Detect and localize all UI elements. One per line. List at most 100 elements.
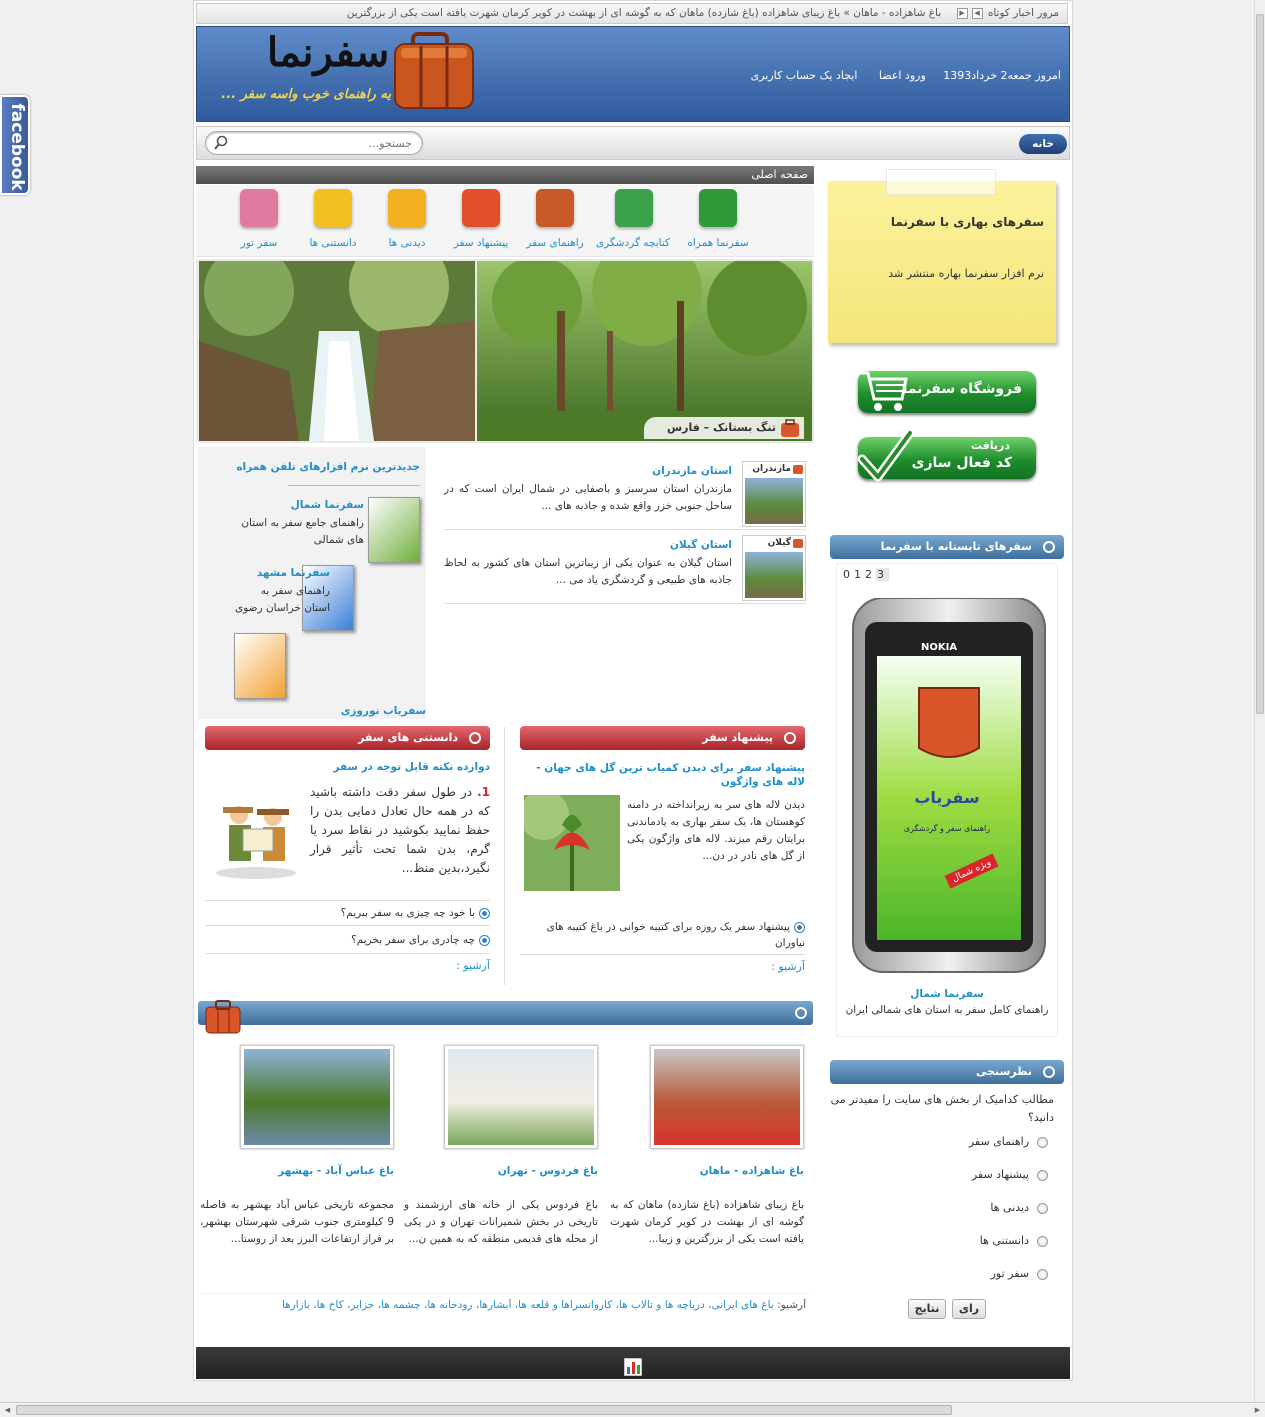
province-title[interactable]: استان مازندران: [452, 465, 732, 477]
facts-link-0[interactable]: با خود چه چیزی به سفر ببریم؟: [205, 905, 490, 921]
facts-image-travelers[interactable]: [209, 787, 303, 881]
suggest-heading[interactable]: پیشنهاد سفر: [702, 731, 773, 744]
scroll-h-thumb[interactable]: [16, 1405, 952, 1415]
home-button[interactable]: خانه: [1019, 134, 1067, 154]
slider-image-waterfall: [199, 261, 475, 441]
poll-box: مطالب کدامیک از بخش های سایت را مفیدتر م…: [830, 1087, 1060, 1327]
garden-thumbnail[interactable]: [650, 1045, 804, 1149]
poll-vote-button[interactable]: رای: [952, 1299, 986, 1319]
summer-desc: راهنمای کامل سفر به استان های شمالی ایرا…: [845, 1004, 1049, 1016]
main-toolbar: خانه: [196, 126, 1070, 160]
category-item[interactable]: سفر تور: [228, 189, 290, 253]
category-item[interactable]: دانستنی ها: [302, 189, 364, 253]
poll-results-button[interactable]: نتایج: [908, 1299, 946, 1319]
summer-title[interactable]: سفرنما شمال: [837, 988, 1057, 1000]
radio-icon[interactable]: [1037, 1136, 1048, 1148]
search-input[interactable]: [232, 135, 412, 151]
suggest-image-tulip[interactable]: [524, 795, 620, 891]
footer-bar: [196, 1347, 1070, 1379]
scroll-right-arrow[interactable]: ▶: [1252, 1405, 1263, 1416]
garden-title[interactable]: باغ شاهزاده - ماهان: [610, 1165, 804, 1177]
scroll-thumb[interactable]: [1256, 14, 1264, 714]
summer-heading[interactable]: سفرهای تابستانه با سفرنما: [881, 540, 1032, 553]
pager-0[interactable]: 0: [843, 568, 854, 581]
register-link[interactable]: ایجاد یک حساب کاربری: [751, 69, 858, 82]
shop-button[interactable]: فروشگاه سفرنما: [858, 371, 1036, 413]
poll-option[interactable]: سفر تور: [848, 1267, 1048, 1280]
site-logo[interactable]: سفرنما یه راهنمای خوب واسه سفر ...: [221, 29, 481, 119]
activation-button[interactable]: دریافت کد فعال سازی: [857, 429, 1036, 482]
garden-title[interactable]: باغ فردوس - تهران: [404, 1165, 598, 1177]
vertical-scrollbar[interactable]: [1254, 0, 1265, 1402]
slider-caption-text: تنگ بستانک – فارس: [666, 421, 776, 434]
pager-1[interactable]: 1: [854, 568, 865, 581]
garden-title[interactable]: باغ عباس آباد - بهشهر: [200, 1165, 394, 1177]
category-item[interactable]: پیشنهاد سفر: [450, 189, 512, 253]
archive-footer-links[interactable]: باغ های ایرانی، دریاچه ها و تالاب ها، کا…: [282, 1299, 774, 1311]
horizontal-scrollbar[interactable]: ◀ ▶: [0, 1402, 1265, 1417]
facts-heading[interactable]: دانستنی های سفر: [358, 731, 458, 744]
facts-link-text[interactable]: چه چادری برای سفر بخریم؟: [351, 934, 475, 946]
app-box-image[interactable]: [234, 633, 286, 699]
current-date: امروز جمعه2 خرداد1393: [943, 69, 1061, 82]
suggest-title[interactable]: پیشنهاد سفر برای دیدن کمیاب ترین گل های …: [520, 761, 805, 789]
apps-heading[interactable]: جدیدترین نرم افزارهای تلفن همراه: [200, 461, 420, 473]
pager-2[interactable]: 2: [865, 568, 876, 581]
suggest-link-text[interactable]: پیشنهاد سفر یک روزه برای کتیبه خوانی در …: [547, 921, 805, 949]
poll-option[interactable]: دیدنی ها: [848, 1201, 1048, 1214]
garden-desc: باغ فردوس یکی از خانه های ارزشمند و تاری…: [404, 1199, 598, 1245]
category-label[interactable]: سفرنما همراه: [682, 237, 754, 249]
facebook-tab[interactable]: facebook: [0, 95, 30, 195]
archive-footer-label: آرشیو:: [777, 1299, 806, 1311]
category-label[interactable]: دیدنی ها: [376, 237, 438, 249]
facts-link-1[interactable]: چه چادری برای سفر بخریم؟: [205, 932, 490, 948]
category-item[interactable]: سفرنما همراه: [682, 189, 754, 253]
breadcrumb-home[interactable]: صفحه اصلی: [751, 168, 808, 181]
app-title[interactable]: سفرنما شمال: [291, 499, 364, 511]
poll-option[interactable]: راهنمای سفر: [848, 1135, 1048, 1148]
radio-icon[interactable]: [1037, 1202, 1048, 1214]
ticker-next-button[interactable]: ▶: [956, 7, 968, 19]
pager-3[interactable]: 3: [876, 568, 889, 581]
facts-archive[interactable]: آرشیو :: [205, 959, 490, 972]
radio-icon[interactable]: [1037, 1235, 1048, 1247]
suggest-archive[interactable]: آرشیو :: [520, 960, 805, 973]
category-label[interactable]: راهنمای سفر: [524, 237, 586, 249]
stats-icon[interactable]: [624, 1358, 642, 1376]
scroll-left-arrow[interactable]: ◀: [2, 1405, 13, 1416]
facts-link-text[interactable]: با خود چه چیزی به سفر ببریم؟: [341, 907, 475, 919]
category-label[interactable]: کتابچه گردشگری: [596, 237, 670, 249]
app-box-image[interactable]: [368, 497, 420, 563]
province-thumbnail[interactable]: گیلان: [742, 535, 806, 601]
ticker-label: مرور اخبار کوتاه: [987, 7, 1059, 19]
ticker-text[interactable]: باغ شاهزاده - ماهان » باغ زیبای شاهزاده …: [347, 7, 941, 19]
facts-title[interactable]: دوازده نکته قابل توجه در سفر: [205, 761, 490, 773]
radio-icon[interactable]: [1037, 1169, 1048, 1181]
app-desc: راهنمای سفر به استان خراسان رضوی: [234, 585, 330, 614]
province-title[interactable]: استان گیلان: [452, 539, 732, 551]
app-title[interactable]: سفریاب نوروزی: [341, 705, 426, 717]
ticker-prev-button[interactable]: ◀: [971, 7, 983, 19]
category-item[interactable]: کتابچه گردشگری: [596, 189, 670, 253]
login-link[interactable]: ورود اعضا: [879, 69, 926, 82]
poll-heading: نظرسنجی: [975, 1065, 1032, 1078]
image-slider[interactable]: تنگ بستانک – فارس: [196, 259, 814, 443]
radio-icon[interactable]: [1037, 1268, 1048, 1280]
poll-option[interactable]: دانستنی ها: [848, 1234, 1048, 1247]
category-label[interactable]: پیشنهاد سفر: [450, 237, 512, 249]
bullet-ring-icon: [795, 1007, 807, 1019]
suggest-link-0[interactable]: پیشنهاد سفر یک روزه برای کتیبه خوانی در …: [523, 919, 805, 951]
category-item[interactable]: دیدنی ها: [376, 189, 438, 253]
province-thumbnail[interactable]: مازندران: [742, 461, 806, 527]
category-label[interactable]: سفر تور: [228, 237, 290, 249]
category-label[interactable]: دانستنی ها: [302, 237, 364, 249]
poll-option-label: راهنمای سفر: [968, 1135, 1029, 1148]
province-tag: گیلان: [767, 538, 791, 548]
garden-thumbnail[interactable]: [444, 1045, 598, 1149]
search-icon[interactable]: [213, 135, 229, 151]
garden-thumbnail[interactable]: [240, 1045, 394, 1149]
poll-option[interactable]: پیشنهاد سفر: [848, 1168, 1048, 1181]
category-item[interactable]: راهنمای سفر: [524, 189, 586, 253]
summer-heading-bar: سفرهای تابستانه با سفرنما: [830, 535, 1064, 559]
app-title[interactable]: سفرنما مشهد: [257, 567, 330, 579]
